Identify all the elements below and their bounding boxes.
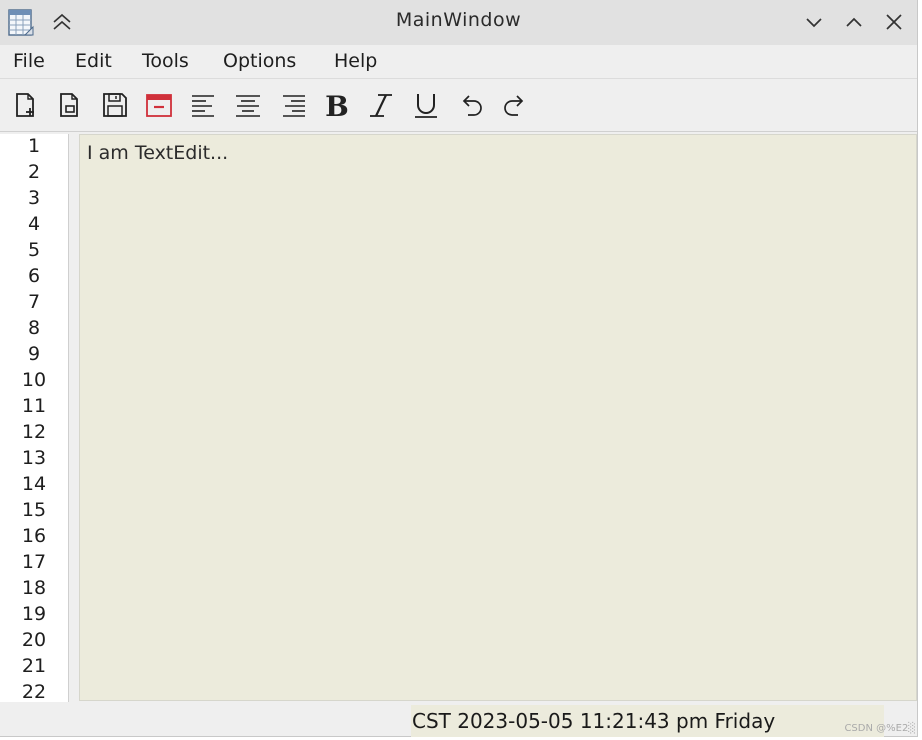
chevron-down-icon [806,18,822,28]
menu-bar: File Edit Tools Options Help [0,45,917,79]
line-number: 2 [27,161,41,183]
redo-button[interactable] [500,89,530,121]
menu-options[interactable]: Options [220,50,299,72]
line-number: 9 [27,343,41,365]
bold-icon: B [325,90,349,123]
line-number: 1 [27,135,41,157]
svg-text:B: B [325,90,349,121]
status-clock: CST 2023-05-05 11:21:43 pm Friday [411,705,884,737]
close-button[interactable] [883,11,905,33]
italic-icon [370,94,392,117]
align-center-icon [236,95,260,117]
italic-button[interactable] [366,89,396,121]
line-number: 13 [21,447,47,469]
close-doc-icon [146,94,172,117]
underline-button[interactable] [411,89,441,121]
undo-button[interactable] [456,89,486,121]
line-number: 4 [27,213,41,235]
gutter-spacer [69,134,79,702]
line-number: 22 [21,681,47,702]
line-number-gutter: 1 2 3 4 5 6 7 8 9 10 11 12 13 14 15 16 17 18 19 20 21 22 [0,134,69,702]
editor-content[interactable]: I am TextEdit... [87,142,228,164]
maximize-button[interactable] [843,11,865,33]
watermark: CSDN @%E2░ [844,723,916,734]
open-file-button[interactable] [55,89,85,121]
underline-icon [415,94,437,118]
align-center-button[interactable] [233,89,263,121]
line-number: 14 [21,473,47,495]
undo-icon [462,95,482,116]
main-window: MainWindow File Edit Tools Options Help [0,0,918,737]
new-file-button[interactable] [11,89,41,121]
line-number: 11 [21,395,47,417]
align-right-icon [283,95,305,117]
line-number: 21 [21,655,47,677]
close-document-button[interactable] [144,89,174,121]
chevron-up-icon [846,17,862,27]
save-icon [103,93,127,117]
close-icon [886,14,902,30]
align-right-button[interactable] [278,89,308,121]
menu-tools[interactable]: Tools [139,50,192,72]
bold-button[interactable]: B [322,89,352,123]
menu-edit[interactable]: Edit [72,50,115,72]
line-number: 3 [27,187,41,209]
line-number: 20 [21,629,47,651]
minimize-button[interactable] [803,11,825,33]
line-number: 12 [21,421,47,443]
line-number: 15 [21,499,47,521]
new-file-icon [16,93,34,117]
line-number: 6 [27,265,41,287]
align-left-icon [192,95,214,117]
line-number: 16 [21,525,47,547]
toolbar: B [0,79,917,132]
line-number: 5 [27,239,41,261]
line-number: 10 [21,369,47,391]
line-number: 8 [27,317,41,339]
align-left-button[interactable] [189,89,219,121]
menu-file[interactable]: File [10,50,48,72]
text-editor[interactable]: I am TextEdit... [79,134,917,701]
status-bar: CST 2023-05-05 11:21:43 pm Friday [0,703,917,737]
line-number: 17 [21,551,47,573]
line-number: 18 [21,577,47,599]
redo-icon [504,95,524,116]
line-number: 19 [21,603,47,625]
menu-help[interactable]: Help [331,50,380,72]
window-title: MainWindow [395,9,522,31]
save-button[interactable] [100,89,130,121]
line-number: 7 [27,291,41,313]
open-file-icon [60,93,78,117]
title-bar[interactable]: MainWindow [0,0,917,45]
